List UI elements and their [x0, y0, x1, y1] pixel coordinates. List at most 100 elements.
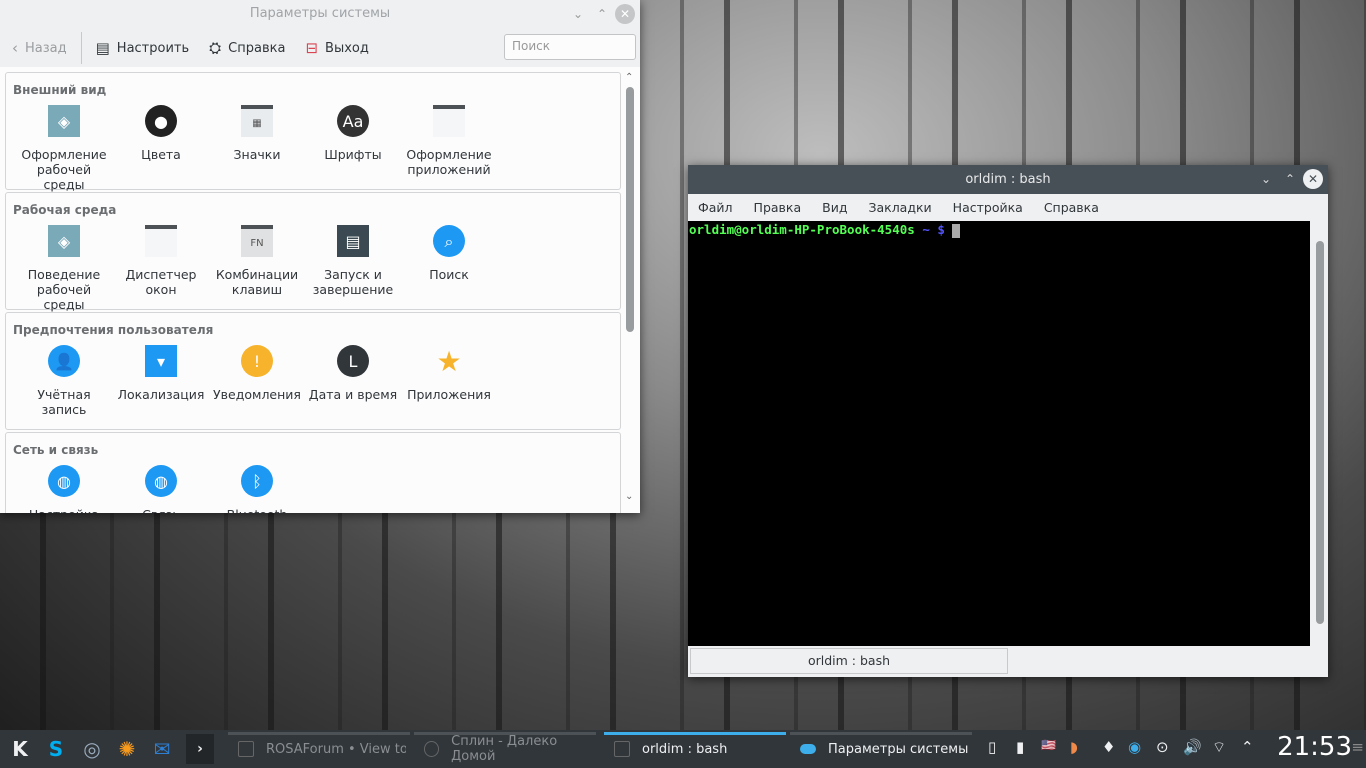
section-3: Сеть и связь ◍ Настройка ◍ Связь ᛒ Bluetooth [5, 432, 621, 513]
menu-settings[interactable]: Настройка [953, 200, 1023, 215]
search-input[interactable]: Поиск [504, 34, 636, 60]
task-music[interactable]: Сплин - Далеко Домой [414, 730, 596, 768]
notification-icon[interactable]: ◗ [1070, 738, 1078, 756]
settings-item[interactable]: L Дата и время [305, 343, 401, 402]
settings-item[interactable]: Aa Шрифты [305, 103, 401, 162]
minimize-button[interactable]: ⌄ [568, 4, 588, 24]
menu-edit[interactable]: Правка [754, 200, 802, 215]
battery-icon[interactable]: ▮ [1016, 738, 1024, 756]
settings-item[interactable]: ▤ Запуск и завершение [305, 223, 401, 297]
settings-item[interactable]: ! Уведомления [209, 343, 305, 402]
skype-icon[interactable]: S [42, 734, 70, 764]
quit-icon: ⊟ [305, 39, 319, 57]
settings-item[interactable]: ⌕ Поиск [401, 223, 497, 282]
clock-icon: L [337, 345, 369, 377]
settings-item-label: Связь [113, 507, 209, 513]
browser-icon[interactable]: ◎ [78, 734, 106, 764]
terminal-icon [614, 741, 630, 757]
wifi-icon[interactable]: ⌔ [1212, 738, 1226, 757]
settings-item[interactable]: ᛒ Bluetooth [209, 463, 305, 513]
settings-item[interactable]: ▾ Локализация [113, 343, 209, 402]
settings-item[interactable]: ▦ Значки [209, 103, 305, 162]
music-player-icon[interactable]: ✺ [113, 734, 141, 764]
show-hidden-icon[interactable]: ⌃ [1241, 738, 1254, 756]
window-manager-icon [145, 225, 177, 257]
workspace-theme-icon: ◈ [48, 105, 80, 137]
section-title: Рабочая среда [13, 203, 117, 217]
divider [80, 32, 82, 64]
settings-item-label: Учётная запись [37, 387, 91, 417]
close-button[interactable]: ✕ [1303, 169, 1323, 189]
updates-icon[interactable]: ◉ [1128, 738, 1141, 756]
settings-item[interactable]: ★ Приложения [401, 343, 497, 402]
task-system-settings[interactable]: Параметры системы [790, 730, 972, 768]
media-play-icon[interactable]: ⊙ [1156, 738, 1169, 756]
globe-icon: ◍ [48, 465, 80, 497]
scrollbar[interactable]: ⌃ ⌄ [625, 72, 635, 502]
scrollbar[interactable] [1310, 221, 1328, 646]
clock[interactable]: 21:53 [1277, 732, 1352, 762]
localization-icon: ▾ [145, 345, 177, 377]
scrollbar-thumb[interactable] [1316, 241, 1324, 624]
toggle-icon [800, 744, 816, 754]
bluetooth-icon: ᛒ [241, 465, 273, 497]
search-icon: ⌕ [433, 225, 465, 257]
prompt-user: orldim@orldim-HP-ProBook-4540s [689, 222, 915, 237]
app-style-icon [433, 105, 465, 137]
terminal-launcher-icon[interactable]: › [186, 734, 214, 764]
scroll-down-icon[interactable]: ⌄ [625, 491, 633, 502]
help-button[interactable]: ⛭ Справка [209, 39, 285, 57]
scroll-up-icon[interactable]: ⌃ [625, 72, 633, 83]
settings-item[interactable]: ◍ Настройка [16, 463, 112, 513]
task-rosaforum[interactable]: ROSAForum • View topic [228, 730, 410, 768]
task-label: Параметры системы [828, 741, 969, 757]
minimize-button[interactable]: ⌄ [1256, 169, 1276, 189]
menu-bookmarks[interactable]: Закладки [868, 200, 931, 215]
maximize-button[interactable]: ⌃ [1280, 169, 1300, 189]
settings-item[interactable]: ◍ Связь [113, 463, 209, 513]
tab-label: orldim : bash [807, 653, 891, 668]
terminal-screen[interactable]: orldim@orldim-HP-ProBook-4540s ~ $ [688, 221, 1310, 646]
terminal-window: orldim : bash ⌄ ⌃ ✕ Файл Правка Вид Закл… [688, 165, 1328, 677]
clipboard-icon[interactable]: ▯ [988, 738, 996, 756]
disc-icon [424, 741, 440, 757]
prompt-path: ~ $ [922, 222, 945, 237]
settings-item-label: Шрифты [324, 147, 382, 162]
scrollbar-thumb[interactable] [626, 87, 634, 332]
settings-item[interactable]: FN Комбинации клавиш [209, 223, 305, 297]
account-icon: 👤 [48, 345, 80, 377]
back-button[interactable]: ‹ Назад [12, 39, 67, 57]
close-button[interactable]: ✕ [615, 4, 635, 24]
settings-item[interactable]: Диспетчер окон [113, 223, 209, 297]
settings-item-label: Цвета [141, 147, 181, 162]
configure-button[interactable]: ▤ Настроить [96, 39, 190, 57]
settings-item-label: Диспетчер окон [125, 267, 197, 297]
cursor [952, 223, 961, 238]
mail-icon[interactable]: ✉ [148, 734, 176, 764]
keyboard-layout-flag-icon[interactable]: 🇺🇸 [1041, 738, 1056, 752]
panel-menu-icon[interactable]: ≡ [1351, 738, 1364, 756]
settings-item[interactable]: ◈ Оформление рабочей среды [16, 103, 112, 192]
window-title: orldim : bash [965, 172, 1051, 187]
colors-icon: ● [145, 105, 177, 137]
volume-icon[interactable]: 🔊 [1183, 738, 1202, 756]
menu-help[interactable]: Справка [1044, 200, 1099, 215]
app-menu-icon[interactable]: K [6, 734, 34, 764]
section-title: Предпочтения пользователя [13, 323, 214, 337]
section-1: Рабочая среда ◈ Поведение рабочей среды Дис… [5, 192, 621, 312]
kdeconnect-icon[interactable]: ♦ [1102, 738, 1115, 756]
task-terminal[interactable]: orldim : bash [604, 730, 786, 768]
settings-item-label: Дата и время [308, 387, 398, 402]
maximize-button[interactable]: ⌃ [592, 4, 612, 24]
settings-item[interactable]: ● Цвета [113, 103, 209, 162]
menu-view[interactable]: Вид [822, 200, 847, 215]
icons-icon: ▦ [241, 105, 273, 137]
startup-icon: ▤ [337, 225, 369, 257]
terminal-tab[interactable]: orldim : bash [690, 648, 1008, 674]
menu-file[interactable]: Файл [698, 200, 733, 215]
quit-button[interactable]: ⊟ Выход [305, 39, 368, 57]
settings-item[interactable]: ◈ Поведение рабочей среды [16, 223, 112, 312]
settings-item[interactable]: 👤 Учётная запись [16, 343, 112, 417]
settings-item[interactable]: Оформление приложений [401, 103, 497, 177]
settings-item-label: Поведение рабочей среды [27, 267, 101, 312]
